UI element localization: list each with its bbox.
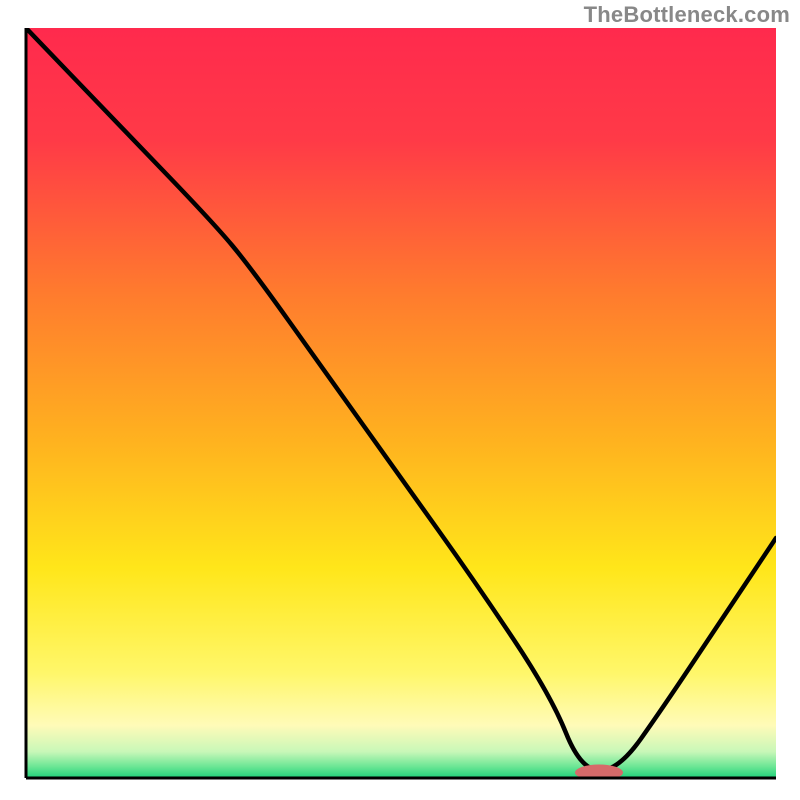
gradient-background bbox=[26, 28, 776, 778]
chart-svg bbox=[0, 0, 800, 800]
chart-container: { "attribution": "TheBottleneck.com", "c… bbox=[0, 0, 800, 800]
